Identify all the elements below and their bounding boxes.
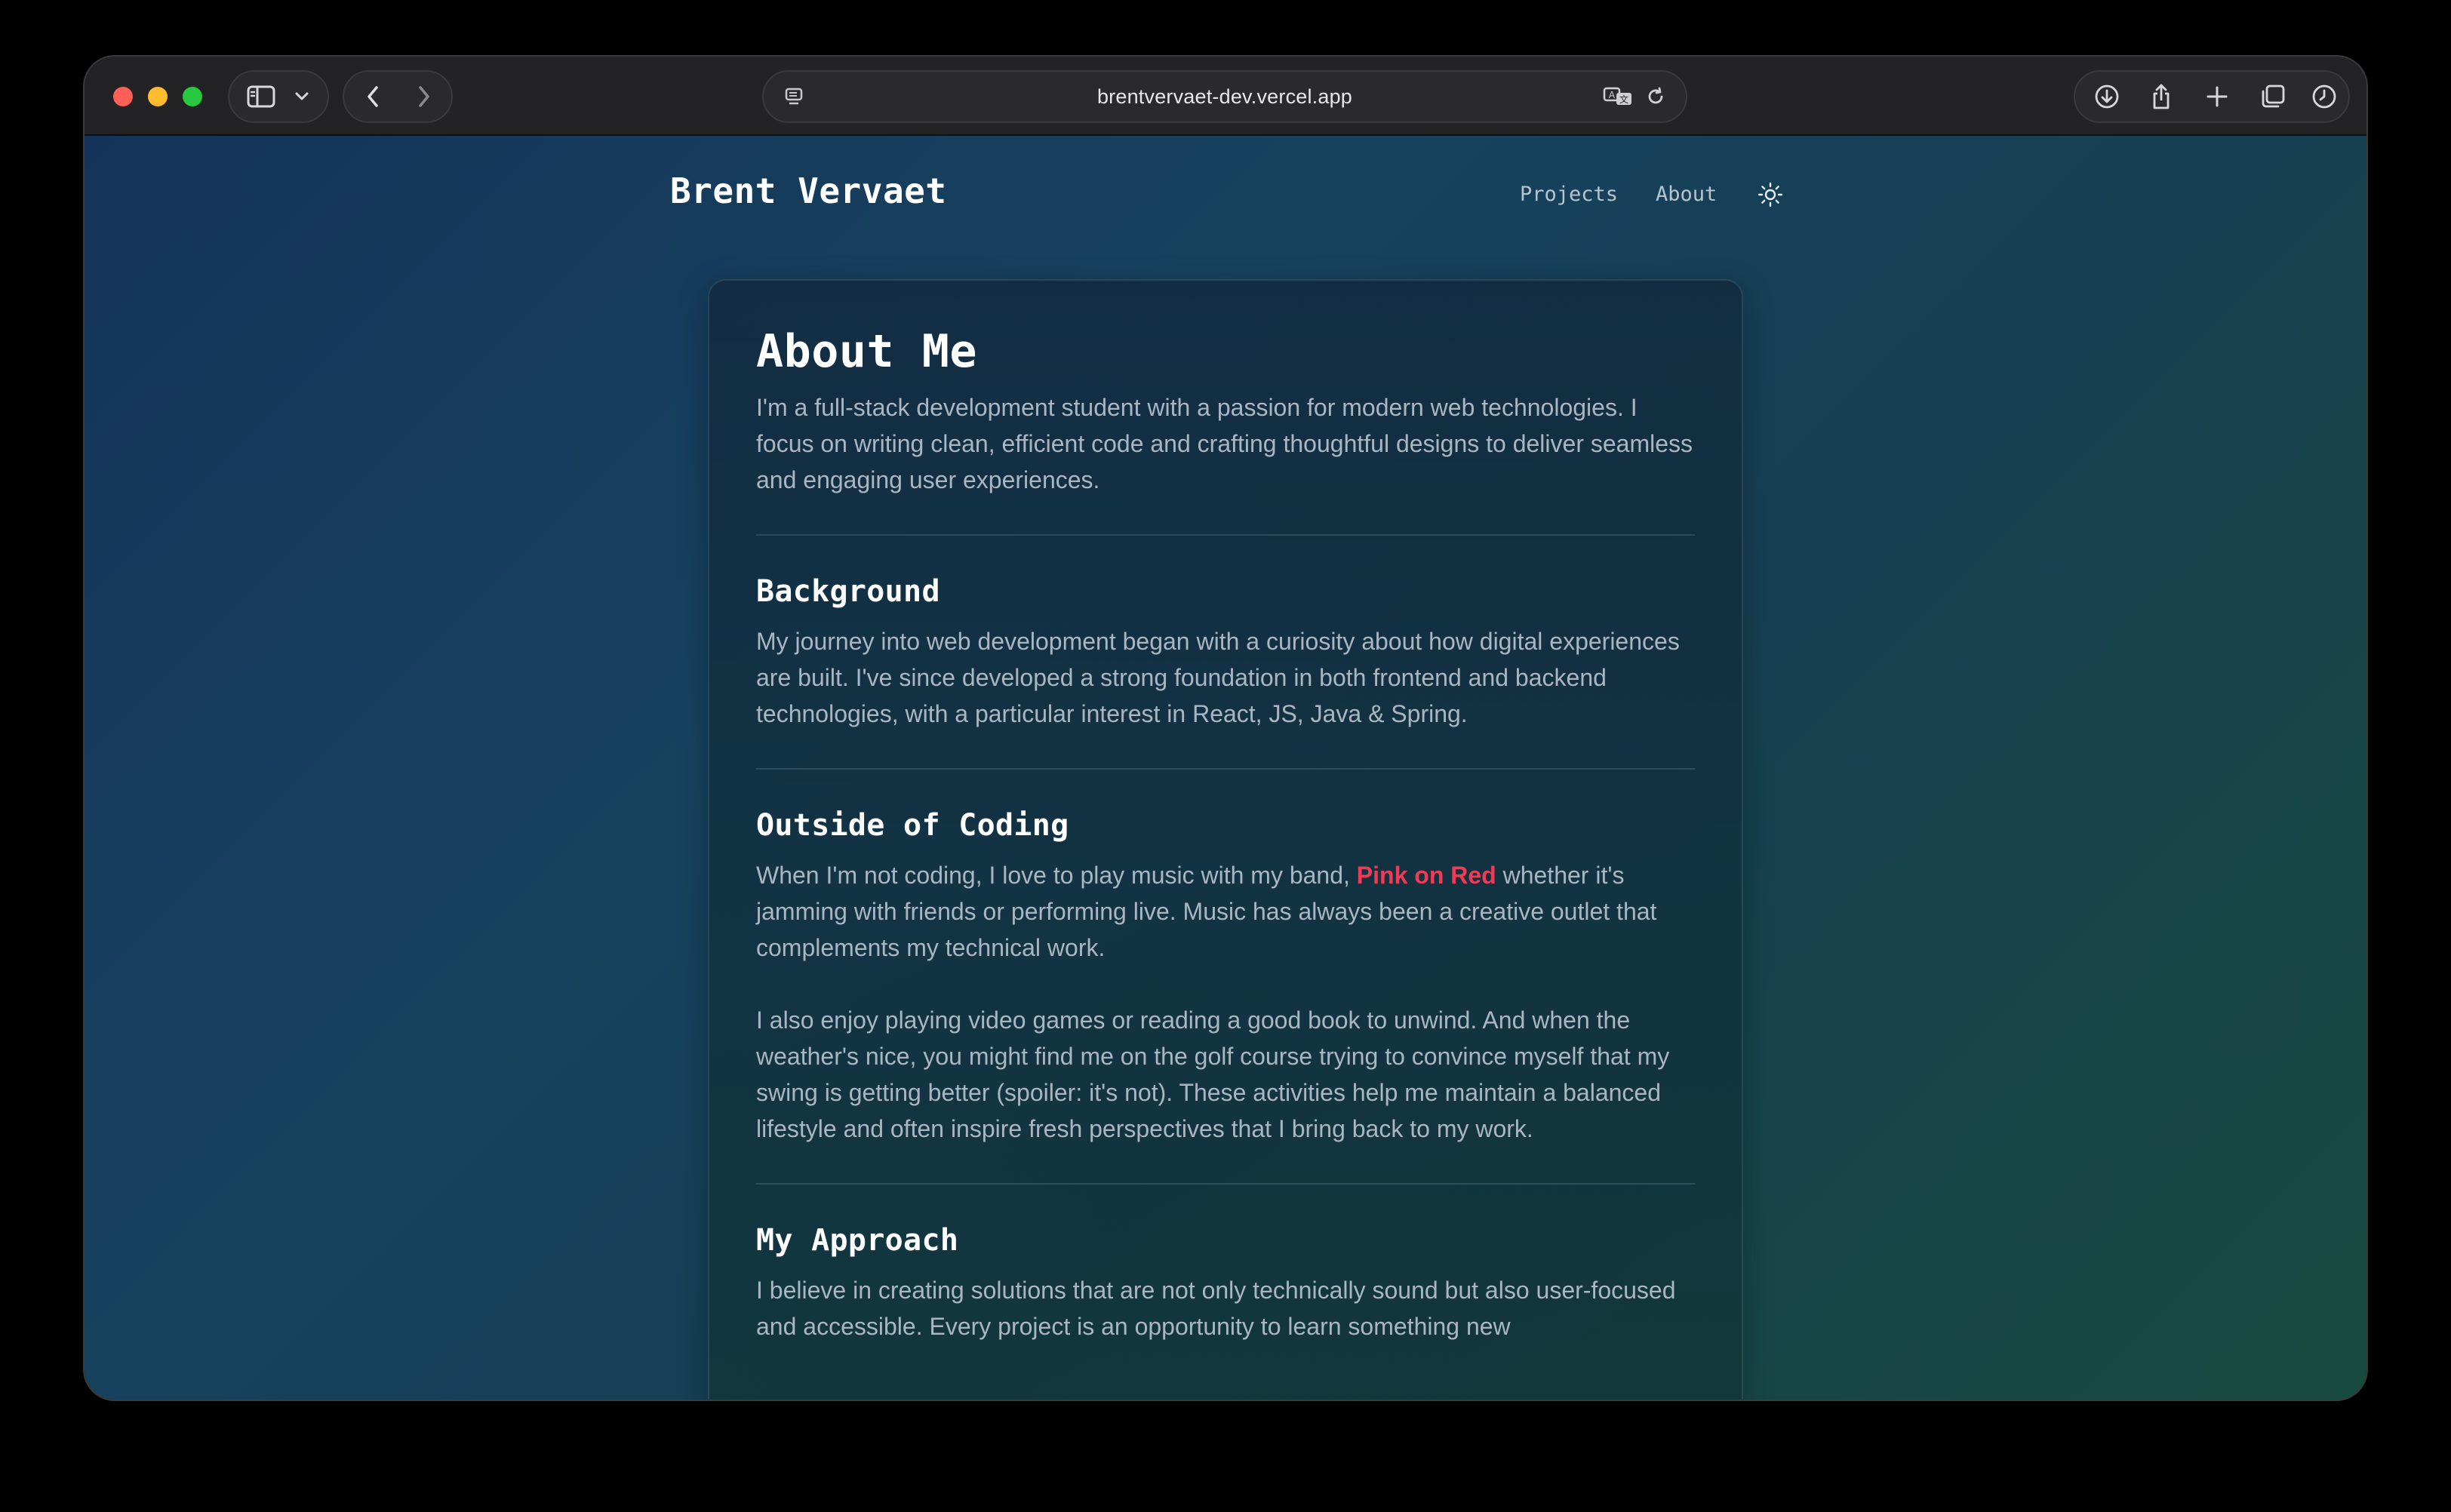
- translate-icon[interactable]: A文: [1598, 72, 1638, 121]
- approach-heading: My Approach: [756, 1223, 959, 1258]
- chevron-down-icon[interactable]: [287, 72, 317, 121]
- nav-link-projects[interactable]: Projects: [1520, 183, 1618, 206]
- share-icon[interactable]: [2139, 72, 2184, 121]
- browser-toolbar: brentvervaet-dev.vercel.app A文: [85, 57, 2366, 136]
- address-bar[interactable]: brentvervaet-dev.vercel.app A文: [762, 70, 1687, 123]
- intro-paragraph: I'm a full-stack development student wit…: [756, 394, 1693, 493]
- svg-text:文: 文: [1619, 94, 1628, 105]
- section-divider: [756, 1183, 1695, 1185]
- browser-window: brentvervaet-dev.vercel.app A文 Brent Ver…: [85, 57, 2366, 1400]
- outside-text-before: When I'm not coding, I love to play musi…: [756, 862, 1357, 889]
- minimize-window-button[interactable]: [148, 87, 168, 106]
- page-viewport: Brent Vervaet Projects About About Me I'…: [85, 136, 2366, 1400]
- close-window-button[interactable]: [113, 87, 133, 106]
- section-divider: [756, 768, 1695, 770]
- download-icon[interactable]: [2084, 72, 2130, 121]
- sidebar-icon[interactable]: [243, 72, 279, 121]
- background-paragraph: My journey into web development began wi…: [756, 628, 1680, 727]
- section-divider: [756, 534, 1695, 536]
- zoom-window-button[interactable]: [183, 87, 202, 106]
- tabs-icon[interactable]: [2250, 72, 2296, 121]
- chevron-left-icon[interactable]: [353, 72, 392, 121]
- reload-icon[interactable]: [1638, 72, 1674, 121]
- url-text[interactable]: brentvervaet-dev.vercel.app: [764, 72, 1686, 121]
- outside-coding-paragraph-1: When I'm not coding, I love to play musi…: [756, 857, 1695, 966]
- sun-icon[interactable]: [1755, 180, 1785, 210]
- about-content: About Me I'm a full-stack development st…: [756, 324, 1695, 1345]
- nav-link-about[interactable]: About: [1656, 183, 1717, 206]
- page-title: About Me: [756, 325, 977, 378]
- desktop-background: brentvervaet-dev.vercel.app A文 Brent Ver…: [0, 0, 2451, 1512]
- site-brand[interactable]: Brent Vervaet: [670, 171, 947, 211]
- approach-paragraph: I believe in creating solutions that are…: [756, 1277, 1676, 1340]
- site-header: Brent Vervaet Projects About: [85, 136, 2366, 257]
- background-heading: Background: [756, 574, 940, 609]
- clock-icon[interactable]: [2302, 72, 2347, 121]
- chevron-right-icon[interactable]: [404, 72, 444, 121]
- navigation-controls: [343, 70, 453, 123]
- outside-coding-heading: Outside of Coding: [756, 808, 1069, 843]
- sidebar-control: [228, 70, 329, 123]
- outside-coding-paragraph-2: I also enjoy playing video games or read…: [756, 1006, 1670, 1142]
- about-card: About Me I'm a full-stack development st…: [708, 279, 1743, 1400]
- toolbar-actions: [2074, 70, 2350, 123]
- band-link[interactable]: Pink on Red: [1357, 862, 1496, 889]
- plus-icon[interactable]: [2194, 72, 2240, 121]
- svg-text:A: A: [1609, 90, 1616, 100]
